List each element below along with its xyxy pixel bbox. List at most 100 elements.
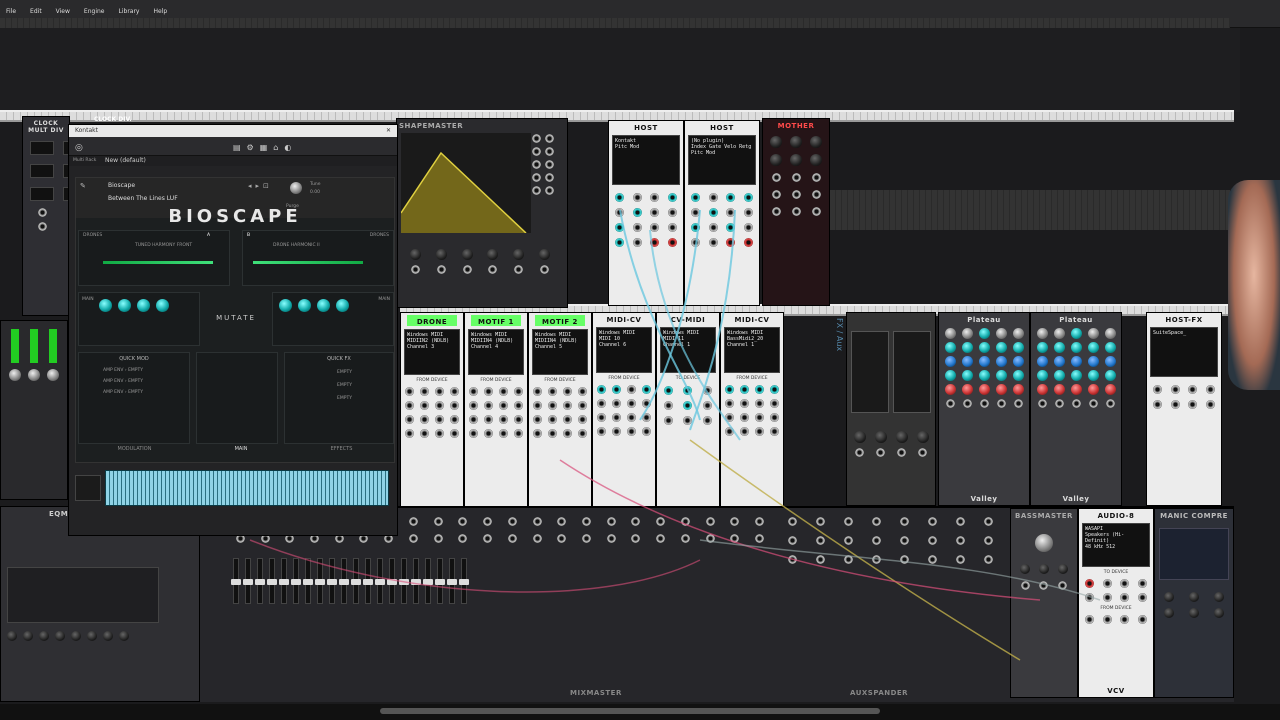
aux-jack[interactable] bbox=[787, 517, 797, 526]
plateau-knob[interactable] bbox=[1053, 370, 1065, 381]
midi-jack[interactable] bbox=[626, 427, 636, 436]
host-jack[interactable] bbox=[691, 223, 701, 232]
midi-jack[interactable] bbox=[740, 427, 750, 436]
midi-jack[interactable] bbox=[664, 386, 674, 395]
plateau-knob[interactable] bbox=[1070, 384, 1082, 395]
mother-knob[interactable] bbox=[810, 154, 822, 166]
host-jack[interactable] bbox=[650, 223, 660, 232]
midi-jack[interactable] bbox=[562, 415, 572, 424]
midi-driver-screen[interactable]: Windows MIDI MIDI 10 Channel 6 bbox=[596, 327, 652, 373]
knob[interactable] bbox=[27, 369, 40, 381]
midi-jack[interactable] bbox=[498, 401, 508, 410]
instrument-name[interactable]: Bioscape bbox=[108, 182, 135, 189]
shapemaster-jack[interactable] bbox=[545, 160, 554, 169]
mixer-jack[interactable] bbox=[606, 534, 616, 543]
aux-jack[interactable] bbox=[927, 536, 937, 545]
mixer-jack[interactable] bbox=[582, 534, 592, 543]
aux-jack[interactable] bbox=[899, 517, 909, 526]
mother-jack[interactable] bbox=[811, 207, 821, 216]
midi-jack[interactable] bbox=[405, 415, 415, 424]
midi-jack[interactable] bbox=[577, 415, 587, 424]
audio-device-screen[interactable]: WASAPI Speakers (Hi-Definit) 48 kHz 512 bbox=[1082, 523, 1150, 567]
midi-driver-screen[interactable]: Windows MIDI MIDIIN4 (NDLB) Channel 4 bbox=[468, 329, 524, 375]
host-jack[interactable] bbox=[726, 223, 736, 232]
host-fx-jack[interactable] bbox=[1153, 385, 1163, 394]
aux-jack[interactable] bbox=[983, 555, 993, 564]
mixer-fader[interactable] bbox=[435, 558, 445, 604]
midi-jack[interactable] bbox=[664, 401, 674, 410]
mother-jack[interactable] bbox=[771, 207, 781, 216]
shapemaster-knob[interactable] bbox=[410, 249, 422, 260]
host-fx-jack[interactable] bbox=[1205, 385, 1215, 394]
plateau-jack[interactable] bbox=[996, 399, 1006, 408]
midi-jack[interactable] bbox=[498, 387, 508, 396]
shapemaster-jack[interactable] bbox=[545, 186, 554, 195]
plateau-knob[interactable] bbox=[1087, 328, 1099, 339]
audio-jack[interactable] bbox=[1084, 593, 1094, 602]
mother-jack[interactable] bbox=[791, 207, 801, 216]
mutate-button[interactable]: MUTATE bbox=[206, 314, 266, 322]
midi-jack[interactable] bbox=[548, 401, 558, 410]
midi-jack[interactable] bbox=[420, 415, 430, 424]
layer-name[interactable]: DRONE HARMONIC II bbox=[273, 243, 320, 248]
mixer-jack[interactable] bbox=[408, 534, 418, 543]
shapemaster-jack[interactable] bbox=[545, 147, 554, 156]
host-jack[interactable] bbox=[632, 208, 642, 217]
plateau-knob[interactable] bbox=[961, 342, 973, 353]
midi-jack[interactable] bbox=[434, 387, 444, 396]
mixer-jack[interactable] bbox=[483, 517, 493, 526]
tab-effects[interactable]: EFFECTS bbox=[331, 446, 353, 452]
plateau-knob[interactable] bbox=[1053, 328, 1065, 339]
mother-jack[interactable] bbox=[771, 190, 781, 199]
host-jack[interactable] bbox=[691, 208, 701, 217]
midi-jack[interactable] bbox=[548, 387, 558, 396]
knob[interactable] bbox=[9, 369, 22, 381]
menu-help[interactable]: Help bbox=[153, 8, 167, 15]
host-jack[interactable] bbox=[615, 238, 625, 247]
midi-jack[interactable] bbox=[405, 401, 415, 410]
mixer-fader[interactable] bbox=[231, 558, 241, 604]
midi-jack[interactable] bbox=[769, 427, 779, 436]
midi-jack[interactable] bbox=[548, 415, 558, 424]
oppressor-knob[interactable] bbox=[874, 431, 887, 443]
menu-file[interactable]: File bbox=[6, 8, 16, 15]
host-plugin-screen[interactable]: (No plugin) Index Gate Velo Retg Pitc Mo… bbox=[688, 135, 756, 185]
aux-jack[interactable] bbox=[871, 536, 881, 545]
midi-jack[interactable] bbox=[626, 385, 636, 394]
mixer-fader[interactable] bbox=[351, 558, 361, 604]
host-fx-jack[interactable] bbox=[1170, 400, 1180, 409]
tab-modulation[interactable]: MODULATION bbox=[118, 446, 152, 452]
host-jack[interactable] bbox=[743, 238, 753, 247]
pitch-wheel[interactable] bbox=[75, 475, 101, 501]
midi-jack[interactable] bbox=[533, 415, 543, 424]
host-jack[interactable] bbox=[708, 238, 718, 247]
host-jack[interactable] bbox=[632, 193, 642, 202]
mother-knob[interactable] bbox=[770, 154, 782, 166]
aux-jack[interactable] bbox=[815, 555, 825, 564]
midi-jack[interactable] bbox=[641, 427, 651, 436]
clock-jack[interactable] bbox=[37, 208, 47, 217]
aux-jack[interactable] bbox=[927, 555, 937, 564]
aux-jack[interactable] bbox=[955, 536, 965, 545]
midi-jack[interactable] bbox=[449, 415, 459, 424]
host-fx-screen[interactable]: SuiteSpace_ bbox=[1150, 327, 1218, 377]
plateau-knob[interactable] bbox=[961, 328, 973, 339]
eq-knob[interactable] bbox=[119, 631, 129, 641]
plateau-knob[interactable] bbox=[1012, 342, 1024, 353]
mixer-fader[interactable] bbox=[375, 558, 385, 604]
audio-jack[interactable] bbox=[1102, 579, 1112, 588]
plateau-knob[interactable] bbox=[1036, 328, 1048, 339]
audio-jack[interactable] bbox=[1102, 615, 1112, 624]
midi-jack[interactable] bbox=[754, 427, 764, 436]
plateau-knob[interactable] bbox=[1087, 370, 1099, 381]
midi-jack[interactable] bbox=[562, 401, 572, 410]
host-jack[interactable] bbox=[667, 238, 677, 247]
mixer-jack[interactable] bbox=[656, 534, 666, 543]
midi-jack[interactable] bbox=[449, 429, 459, 438]
shapemaster-knob[interactable] bbox=[461, 249, 473, 260]
host-jack[interactable] bbox=[708, 193, 718, 202]
host-jack[interactable] bbox=[726, 238, 736, 247]
fx-slot[interactable]: EMPTY bbox=[285, 362, 393, 375]
mother-jack[interactable] bbox=[811, 173, 821, 182]
mother-jack[interactable] bbox=[791, 173, 801, 182]
